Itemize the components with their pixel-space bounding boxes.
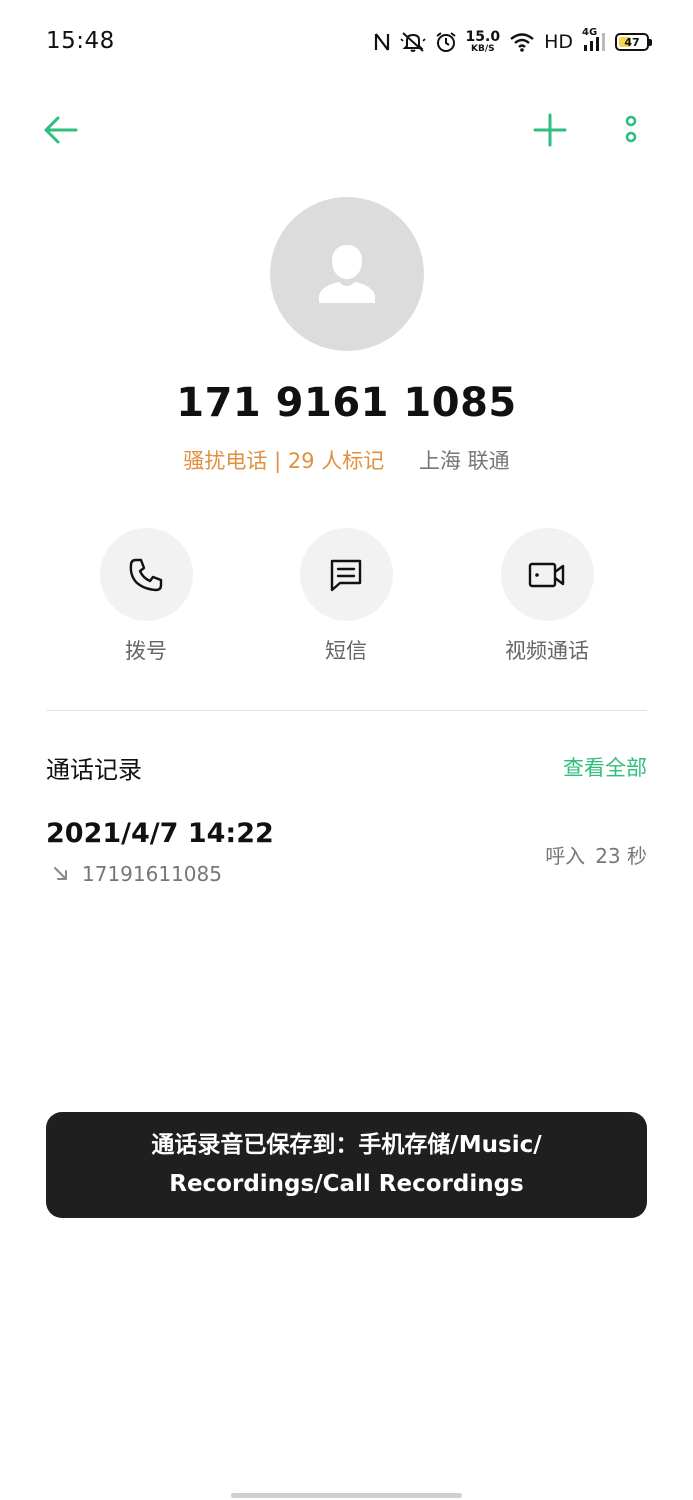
arrow-left-icon — [44, 116, 78, 144]
person-icon — [319, 245, 375, 303]
sms-label: 短信 — [325, 639, 367, 663]
call-number: 17191611085 — [82, 862, 222, 886]
dial-circle[interactable] — [99, 528, 193, 621]
video-call-circle[interactable] — [500, 528, 594, 621]
recording-saved-toast: 通话录音已保存到：手机存储/Music/ Recordings/Call Rec… — [46, 1112, 647, 1218]
battery-level: 47 — [624, 35, 640, 49]
status-time: 15:48 — [46, 28, 115, 54]
call-datetime: 2021/4/7 14:22 — [46, 818, 274, 849]
more-vertical-icon — [625, 115, 637, 143]
wifi-icon — [509, 32, 535, 52]
plus-icon — [533, 113, 567, 147]
battery-icon: 47 — [615, 33, 652, 51]
hd-label: HD — [544, 31, 573, 53]
incoming-call-icon — [54, 867, 67, 880]
call-log-title: 通话记录 — [46, 756, 142, 784]
video-icon — [528, 562, 565, 587]
dial-label: 拨号 — [125, 639, 167, 663]
nfc-icon — [373, 32, 391, 52]
toast-line-1: 通话录音已保存到：手机存储/Music/ — [151, 1132, 542, 1158]
back-button[interactable] — [36, 106, 84, 154]
net-speed: 15.0 KB/S — [466, 30, 501, 54]
status-bar: 15:48 15.0 KB/S HD 4G 47 — [0, 0, 693, 84]
avatar[interactable] — [270, 197, 424, 351]
phone-icon — [129, 558, 163, 591]
sms-circle[interactable] — [299, 528, 393, 621]
signal-type: 4G — [582, 27, 598, 38]
phone-number: 171 9161 1085 — [176, 380, 517, 426]
contact-tags: 骚扰电话 | 29 人标记 上海 联通 — [0, 445, 693, 475]
video-call-button[interactable]: 视频通话 — [477, 528, 617, 665]
mute-icon — [399, 31, 426, 53]
net-speed-unit: KB/S — [471, 44, 495, 54]
call-direction: 呼入 — [545, 844, 586, 868]
dial-button[interactable]: 拨号 — [76, 528, 216, 665]
message-icon — [330, 559, 362, 591]
home-indicator[interactable] — [231, 1493, 462, 1498]
call-sub-info: 17191611085 — [52, 862, 222, 886]
top-bar — [0, 100, 693, 160]
spam-label: 骚扰电话 | 29 人标记 — [183, 449, 385, 473]
video-call-label: 视频通话 — [505, 639, 589, 663]
more-options-button[interactable] — [610, 106, 652, 154]
alarm-icon — [435, 31, 457, 53]
toast-line-2: Recordings/Call Recordings — [169, 1171, 524, 1197]
action-buttons: 拨号 短信 视频通话 — [0, 528, 693, 668]
signal-icon: 4G — [582, 27, 606, 53]
divider — [46, 710, 647, 711]
view-all-link[interactable]: 查看全部 — [563, 752, 647, 782]
net-speed-value: 15.0 — [465, 29, 501, 45]
call-log-row[interactable]: 2021/4/7 14:22 17191611085 呼入 23 秒 — [46, 812, 647, 898]
call-info: 呼入 23 秒 — [545, 840, 647, 869]
sms-button[interactable]: 短信 — [276, 528, 416, 665]
location-label: 上海 联通 — [418, 449, 510, 473]
add-contact-button[interactable] — [526, 106, 574, 154]
status-icons: 15.0 KB/S HD 4G 47 — [373, 26, 652, 58]
call-duration: 23 秒 — [595, 844, 647, 868]
